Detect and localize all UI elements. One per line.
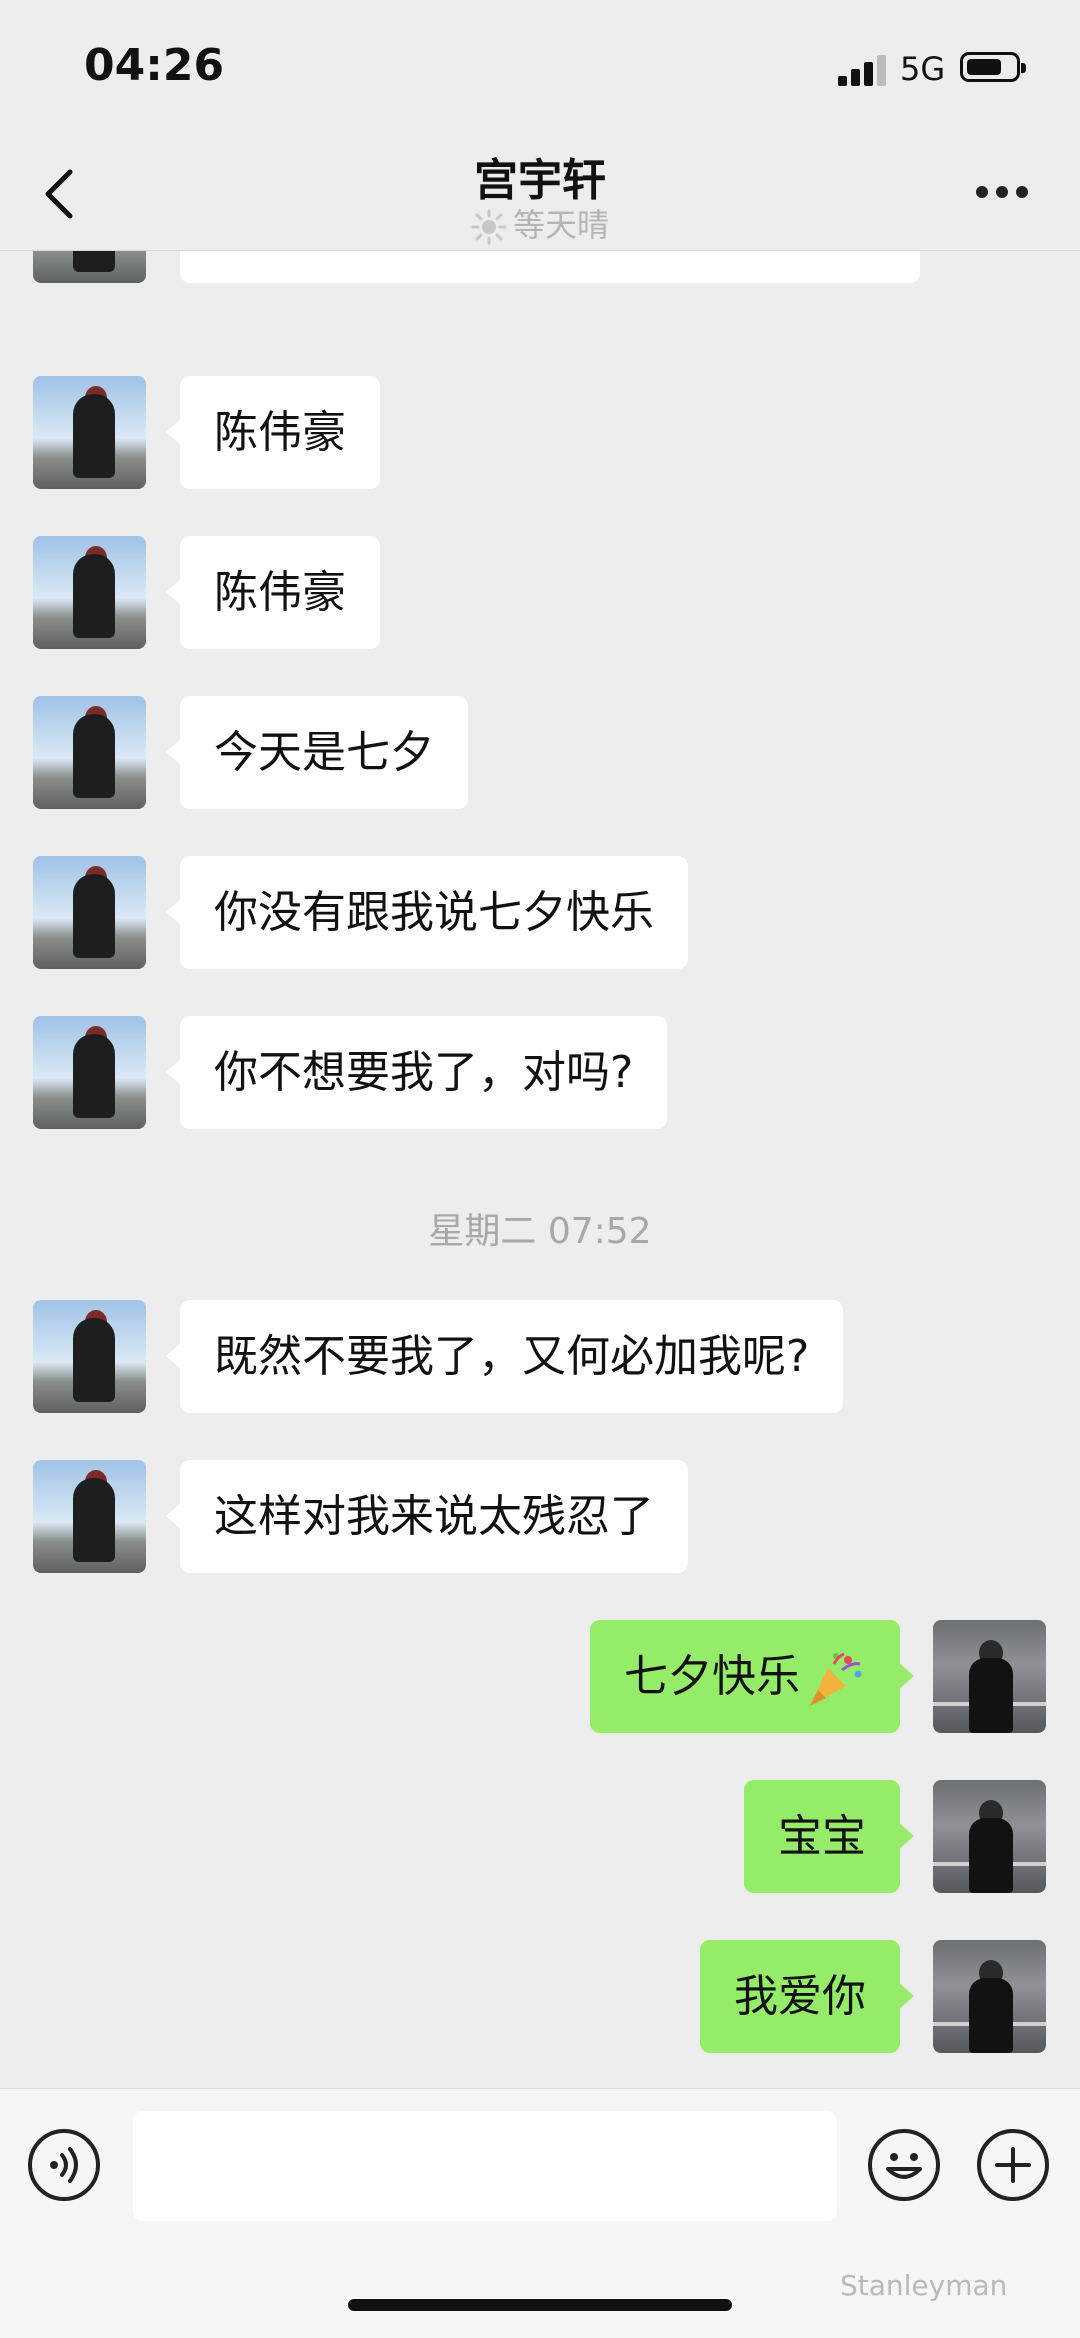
message-bubble[interactable]: 你没有跟我说七夕快乐	[166, 856, 688, 969]
watermark: Stanleyman	[840, 2269, 1008, 2302]
more-dots-icon[interactable]	[976, 186, 1028, 200]
status-bar: 04:26 5G	[0, 0, 1080, 140]
message-bubble[interactable]: 在我们可以开始聊天了	[180, 250, 920, 283]
user-avatar[interactable]	[933, 1780, 1046, 1893]
contact-avatar[interactable]	[33, 1460, 146, 1573]
contact-avatar[interactable]	[33, 250, 146, 283]
status-line: 等天晴	[0, 200, 1080, 246]
user-avatar[interactable]	[933, 1940, 1046, 2053]
chat-subtitle: 等天晴	[512, 206, 609, 244]
message-bubble[interactable]: 你不想要我了，对吗?	[165, 1016, 668, 1129]
contact-avatar[interactable]	[33, 536, 146, 649]
message-bubble-outgoing[interactable]: 宝宝	[744, 1780, 914, 1893]
input-bar: Stanleyman	[0, 2088, 1080, 2338]
message-bubble-outgoing[interactable]: 我爱你	[700, 1940, 914, 2053]
chat-header: 宫宇轩 等天晴	[0, 140, 1080, 251]
user-avatar[interactable]	[933, 1620, 1046, 1733]
sun-icon	[471, 209, 507, 245]
message-bubble[interactable]: 陈伟豪	[166, 536, 380, 649]
voice-icon[interactable]	[28, 2129, 100, 2201]
message-list[interactable]: 在我们可以开始聊天了 陈伟豪 陈伟豪 今天是七夕 你没有跟我说七夕快乐 你不想要…	[0, 250, 1080, 2088]
message-timestamp: 星期二 07:52	[428, 1211, 652, 1252]
message-bubble-outgoing[interactable]: 七夕快乐	[590, 1620, 914, 1733]
message-text: 七夕快乐	[624, 1651, 800, 1702]
chat-title[interactable]: 宫宇轩	[0, 144, 1080, 208]
plus-icon[interactable]	[977, 2129, 1049, 2201]
signal-icon	[838, 52, 886, 86]
contact-avatar[interactable]	[33, 1016, 146, 1129]
contact-avatar[interactable]	[33, 1300, 146, 1413]
message-bubble[interactable]: 既然不要我了，又何必加我呢?	[165, 1300, 844, 1413]
contact-avatar[interactable]	[33, 856, 146, 969]
message-bubble[interactable]: 这样对我来说太残忍了	[166, 1460, 688, 1573]
battery-icon	[960, 52, 1026, 82]
message-bubble[interactable]: 陈伟豪	[166, 376, 380, 489]
contact-avatar[interactable]	[33, 696, 146, 809]
status-time: 04:26	[84, 40, 225, 91]
message-input[interactable]	[133, 2111, 837, 2221]
party-popper-icon	[810, 1652, 862, 1706]
contact-avatar[interactable]	[33, 376, 146, 489]
emoji-icon[interactable]	[868, 2129, 940, 2201]
message-bubble[interactable]: 今天是七夕	[166, 696, 468, 809]
home-indicator[interactable]	[348, 2299, 732, 2311]
network-label: 5G	[900, 50, 946, 88]
